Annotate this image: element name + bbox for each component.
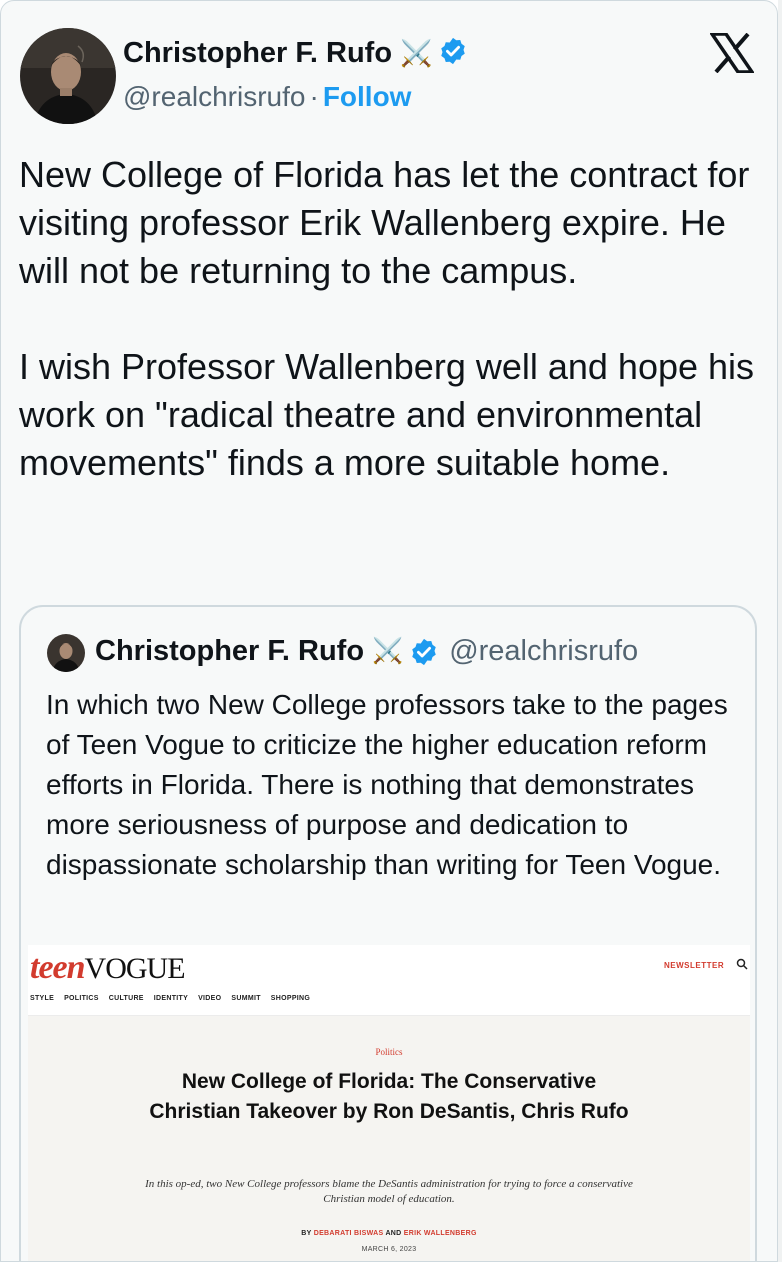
nav-item-identity: IDENTITY bbox=[153, 995, 189, 1002]
byline-prefix: BY bbox=[301, 1230, 312, 1237]
article-section: Politics bbox=[375, 1047, 403, 1057]
page-edge bbox=[778, 0, 782, 1262]
author-header: Christopher F. Rufo ⚔️ bbox=[123, 36, 468, 71]
byline-and: AND bbox=[385, 1230, 402, 1237]
tweet-card: Christopher F. Rufo ⚔️ @realchrisrufo · Fo… bbox=[0, 0, 778, 1262]
author-handle-row: @realchrisrufo · Follow bbox=[123, 81, 411, 113]
separator-dot: · bbox=[309, 81, 319, 112]
logo-teen: teen bbox=[30, 949, 86, 986]
verified-badge-icon bbox=[409, 637, 439, 667]
search-icon bbox=[736, 957, 748, 975]
nav-item-summit: SUMMIT bbox=[231, 995, 261, 1002]
quoted-author-avatar[interactable] bbox=[47, 634, 85, 672]
article-nav: STYLE POLITICS CULTURE IDENTITY VIDEO SU… bbox=[30, 995, 310, 1002]
author-avatar[interactable] bbox=[20, 28, 116, 124]
byline-author-1: DEBARATI BISWAS bbox=[313, 1230, 384, 1237]
quoted-tweet[interactable]: Christopher F. Rufo ⚔️ @realchrisrufo In… bbox=[19, 605, 757, 1261]
article-screenshot-image[interactable]: teenVOGUE NEWSLETTER STYLE POLITICS CULT… bbox=[28, 945, 750, 1261]
quoted-author-header: Christopher F. Rufo ⚔️ @realchrisrufo bbox=[95, 635, 638, 668]
author-handle[interactable]: @realchrisrufo bbox=[123, 81, 305, 112]
nav-item-politics: POLITICS bbox=[64, 995, 99, 1002]
logo-vogue: VOGUE bbox=[84, 952, 186, 985]
nav-item-shopping: SHOPPING bbox=[270, 995, 311, 1002]
author-name[interactable]: Christopher F. Rufo bbox=[123, 37, 392, 70]
teen-vogue-header: teenVOGUE NEWSLETTER STYLE POLITICS CULT… bbox=[28, 945, 750, 1016]
quoted-tweet-text: In which two New College professors take… bbox=[46, 689, 728, 880]
byline-author-2: ERIK WALLENBERG bbox=[403, 1230, 477, 1237]
article-byline: BY DEBARATI BISWAS AND ERIK WALLENBERG bbox=[28, 1230, 750, 1237]
x-logo-icon[interactable] bbox=[708, 32, 756, 74]
quoted-author-name[interactable]: Christopher F. Rufo bbox=[95, 635, 364, 668]
teen-vogue-logo: teenVOGUE bbox=[30, 949, 186, 987]
nav-item-video: VIDEO bbox=[198, 995, 222, 1002]
follow-button[interactable]: Follow bbox=[323, 81, 412, 112]
article-date: MARCH 6, 2023 bbox=[361, 1246, 417, 1253]
nav-item-style: STYLE bbox=[30, 995, 55, 1002]
article-headline: New College of Florida: The Conservative… bbox=[149, 1070, 629, 1123]
nav-item-culture: CULTURE bbox=[108, 995, 144, 1002]
crossed-swords-emoji: ⚔️ bbox=[400, 38, 433, 68]
crossed-swords-emoji: ⚔️ bbox=[372, 637, 404, 665]
quoted-author-handle[interactable]: @realchrisrufo bbox=[449, 635, 638, 668]
newsletter-link: NEWSLETTER bbox=[664, 961, 725, 970]
tweet-text: New College of Florida has let the contr… bbox=[19, 154, 755, 483]
article-dek: In this op-ed, two New College professor… bbox=[145, 1178, 633, 1205]
verified-badge-icon bbox=[438, 36, 468, 71]
